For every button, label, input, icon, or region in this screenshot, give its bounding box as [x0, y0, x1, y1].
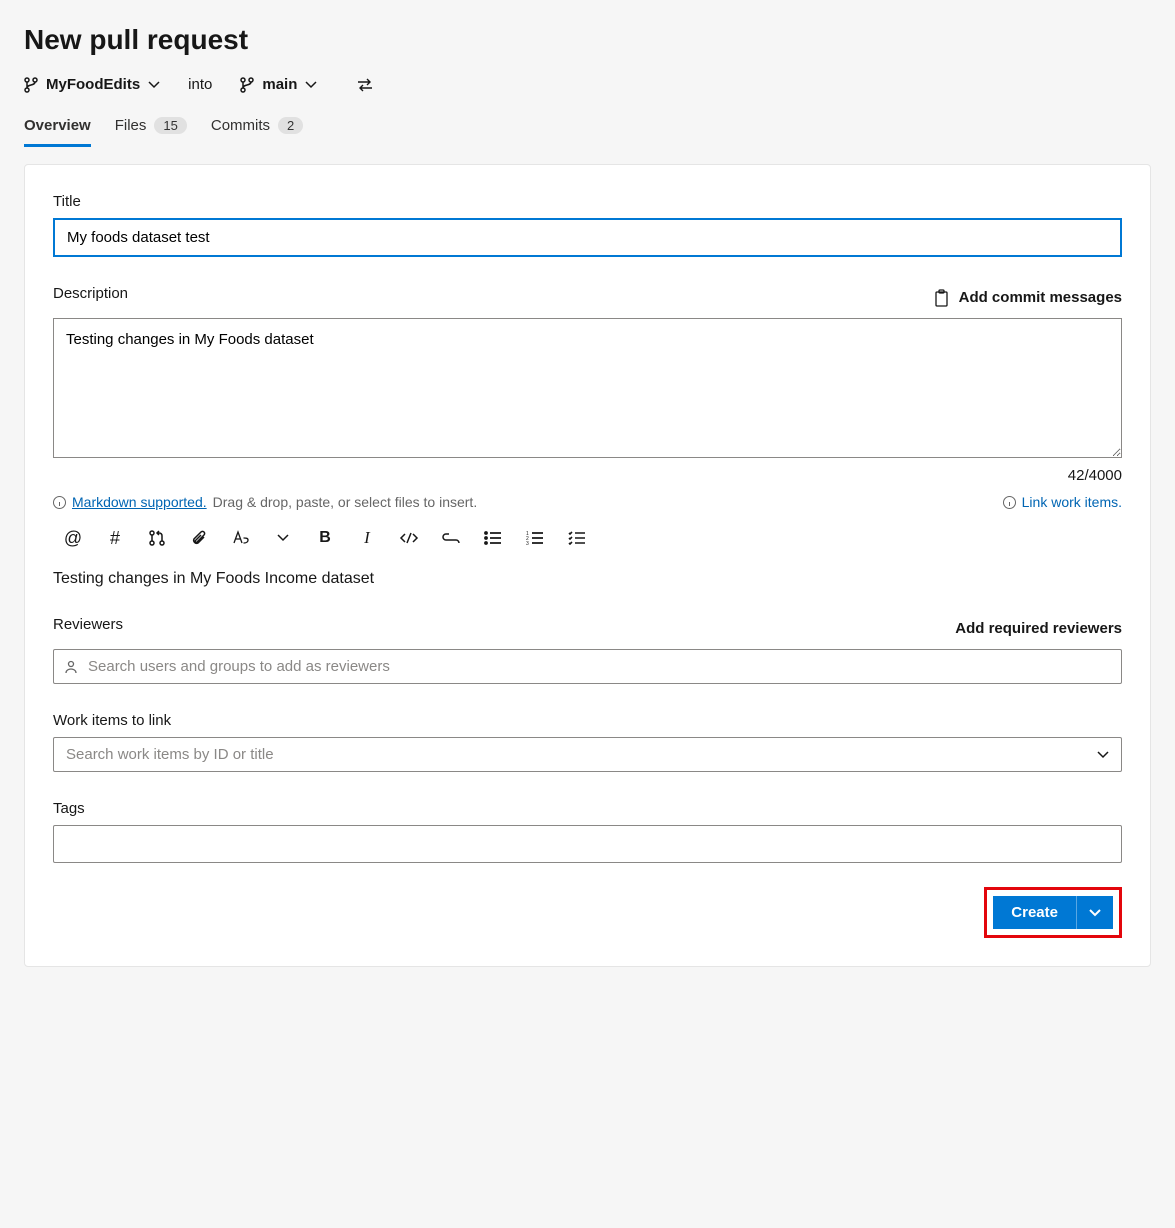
pull-request-icon[interactable] — [147, 528, 167, 548]
page-title: New pull request — [24, 24, 1151, 56]
description-preview: Testing changes in My Foods Income datas… — [53, 570, 1122, 588]
tab-count-badge: 15 — [154, 117, 186, 134]
info-icon — [53, 496, 66, 509]
work-items-label: Work items to link — [53, 712, 1122, 729]
create-split-button: Create — [993, 896, 1113, 929]
reviewers-label: Reviewers — [53, 616, 123, 633]
source-branch-selector[interactable]: MyFoodEdits — [24, 76, 160, 93]
work-items-placeholder: Search work items by ID or title — [66, 746, 274, 763]
create-dropdown-button[interactable] — [1076, 896, 1113, 929]
info-icon — [1003, 496, 1016, 509]
create-button-highlight: Create — [984, 887, 1122, 938]
bullet-list-icon[interactable] — [483, 528, 503, 548]
char-count: 42/4000 — [53, 467, 1122, 484]
numbered-list-icon[interactable]: 123 — [525, 528, 545, 548]
tags-label: Tags — [53, 800, 1122, 817]
person-icon — [64, 660, 78, 674]
tab-overview[interactable]: Overview — [24, 117, 91, 147]
font-style-icon[interactable] — [231, 528, 251, 548]
into-label: into — [188, 76, 212, 93]
markdown-supported-link[interactable]: Markdown supported. — [72, 494, 207, 510]
reviewers-input[interactable] — [88, 658, 1111, 675]
target-branch-name: main — [262, 76, 297, 93]
hash-icon[interactable]: # — [105, 528, 125, 548]
italic-icon[interactable]: I — [357, 528, 377, 548]
attach-icon[interactable] — [189, 528, 209, 548]
tab-label: Files — [115, 117, 147, 134]
tab-label: Commits — [211, 117, 270, 134]
title-label: Title — [53, 193, 1122, 210]
tab-count-badge: 2 — [278, 117, 303, 134]
editor-toolbar: @ # B I 123 — [53, 522, 1122, 554]
tab-commits[interactable]: Commits 2 — [211, 117, 303, 147]
clipboard-icon — [934, 289, 949, 307]
description-textarea[interactable] — [53, 318, 1122, 458]
title-input[interactable] — [53, 218, 1122, 257]
checklist-icon[interactable] — [567, 528, 587, 548]
work-items-dropdown[interactable]: Search work items by ID or title — [53, 737, 1122, 772]
target-branch-selector[interactable]: main — [240, 76, 317, 93]
bold-icon[interactable]: B — [315, 528, 335, 548]
add-required-reviewers-label: Add required reviewers — [955, 620, 1122, 637]
tabs-row: Overview Files 15 Commits 2 — [24, 117, 1151, 148]
swap-branches-icon[interactable] — [357, 78, 373, 92]
svg-text:3: 3 — [526, 541, 529, 545]
add-required-reviewers-button[interactable]: Add required reviewers — [955, 620, 1122, 637]
add-commit-messages-button[interactable]: Add commit messages — [934, 289, 1122, 307]
source-branch-name: MyFoodEdits — [46, 76, 140, 93]
reviewers-input-wrap[interactable] — [53, 649, 1122, 684]
form-panel: Title Description Add commit messages 42… — [24, 164, 1151, 967]
chevron-down-icon — [305, 81, 317, 89]
link-work-items-link[interactable]: Link work items. — [1022, 494, 1122, 510]
code-icon[interactable] — [399, 528, 419, 548]
mention-icon[interactable]: @ — [63, 528, 83, 548]
chevron-down-icon[interactable] — [273, 528, 293, 548]
tags-input[interactable] — [53, 825, 1122, 863]
chevron-down-icon — [148, 81, 160, 89]
drag-hint: Drag & drop, paste, or select files to i… — [213, 494, 478, 510]
tab-label: Overview — [24, 117, 91, 134]
branch-selector-row: MyFoodEdits into main — [24, 76, 1151, 93]
add-commit-messages-label: Add commit messages — [959, 289, 1122, 306]
branch-icon — [24, 77, 38, 93]
description-label: Description — [53, 285, 128, 302]
chevron-down-icon — [1097, 751, 1109, 759]
branch-icon — [240, 77, 254, 93]
chevron-down-icon — [1089, 909, 1101, 917]
link-icon[interactable] — [441, 528, 461, 548]
tab-files[interactable]: Files 15 — [115, 117, 187, 147]
create-button[interactable]: Create — [993, 896, 1076, 929]
